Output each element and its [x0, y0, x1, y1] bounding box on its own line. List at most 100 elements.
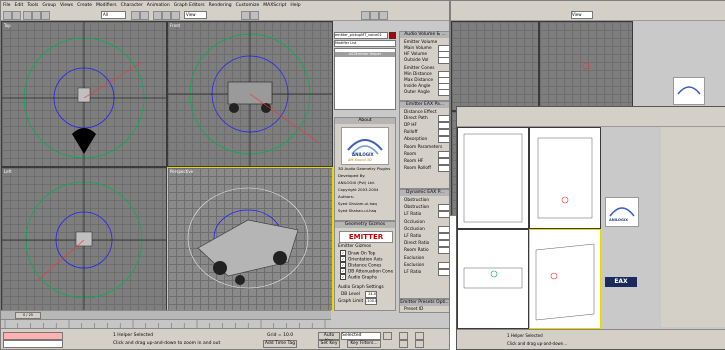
auto-key-button[interactable]: Auto Key [318, 332, 340, 344]
undo-button[interactable] [3, 11, 12, 20]
second-view-dropdown[interactable]: View [571, 11, 593, 19]
reference-coordinate-dropdown[interactable]: View [184, 11, 207, 19]
key-mode-dropdown[interactable]: Selected [341, 332, 381, 340]
maxscript-listener-mini[interactable] [3, 332, 63, 340]
modifier-stack[interactable]: AS3Emitter Helper [334, 48, 396, 110]
menu-item-tools[interactable]: Tools [27, 3, 38, 8]
product-text: AM-Sound 3D [348, 158, 372, 162]
direct-path-spinner[interactable] [438, 115, 449, 122]
menu-item-help[interactable]: Help [290, 3, 300, 8]
scale-button[interactable] [171, 11, 180, 20]
third-viewport-perspective[interactable] [529, 229, 601, 329]
maxscript-listener-mini-2[interactable] [3, 340, 63, 348]
selection-filter-dropdown[interactable]: All [101, 11, 126, 19]
viewport-perspective[interactable]: Perspective [167, 167, 333, 311]
viewport-left[interactable]: Left [1, 167, 167, 311]
eax-parameters-rollout: Emitter EAX Pa... Distance Effect Direct… [399, 101, 449, 189]
db-level-spinner[interactable]: 24.0 [365, 291, 377, 298]
menu-item-views[interactable]: Views [60, 3, 73, 8]
render-scene-button[interactable] [370, 11, 379, 20]
third-logo: ANILOGIX [605, 197, 639, 227]
modifier-list-dropdown[interactable]: Modifier List [334, 40, 396, 47]
geometry-gizmos-rollout: Geometry Gizmos EMITTER Emitter Gizmos ✓… [334, 221, 396, 311]
rolloff-spinner[interactable] [438, 129, 449, 136]
link-button[interactable] [23, 11, 32, 20]
move-button[interactable] [153, 11, 162, 20]
room-ratio-spinner[interactable] [438, 247, 449, 254]
obstruction-spinner[interactable] [438, 204, 449, 211]
go-to-start-button[interactable] [383, 332, 392, 340]
gizmo-option[interactable]: ✓ Audio Graphs [340, 274, 377, 281]
menu-item-character[interactable]: Character [121, 3, 143, 8]
occlusion-lf-ratio-spinner[interactable] [438, 233, 449, 240]
object-name-field[interactable]: emitter_pickupMT_voice01 [334, 32, 388, 39]
select-button[interactable] [131, 11, 140, 20]
room-rolloff-spinner[interactable] [438, 165, 449, 172]
dynamic-eax-title[interactable]: Dynamic EAX P... [400, 190, 449, 196]
about-rollout-title[interactable]: About [335, 118, 395, 124]
menu-item-file[interactable]: File [3, 3, 11, 8]
align-button[interactable] [250, 11, 259, 20]
menu-item-graph-editors[interactable]: Graph Editors [174, 3, 205, 8]
menu-item-animation[interactable]: Animation [147, 3, 170, 8]
track-bar[interactable] [1, 319, 331, 328]
outside-vol-spinner[interactable] [438, 57, 449, 64]
outer-angle-spinner[interactable] [438, 89, 449, 96]
menu-item-group[interactable]: Group [42, 3, 56, 8]
gizmos-rollout-title[interactable]: Geometry Gizmos [335, 222, 395, 228]
play-button[interactable] [399, 332, 408, 340]
go-to-end-button[interactable] [415, 332, 424, 340]
room-spinner[interactable] [438, 151, 449, 158]
menu-item-maxscript[interactable]: MAXScript [263, 3, 286, 8]
dp-hf-label: DP HF [404, 123, 417, 128]
mirror-button[interactable] [241, 11, 250, 20]
direct-ratio-spinner[interactable] [438, 240, 449, 247]
viewport-top[interactable]: Top [1, 21, 167, 167]
dp-hf-spinner[interactable] [438, 122, 449, 129]
viewport-front[interactable]: Front [167, 21, 333, 167]
pan-button[interactable] [415, 340, 424, 348]
audio-volume-title[interactable]: Audio Volume & ... [400, 32, 449, 38]
second-viewport-front[interactable] [539, 21, 633, 111]
time-slider-thumb[interactable]: 0 / 25 [15, 312, 41, 319]
emitter-gizmo-drawing [2, 168, 166, 310]
second-viewport-top[interactable] [451, 21, 539, 111]
eax-parameters-title[interactable]: Emitter EAX Pa... [400, 102, 449, 108]
menu-item-customize[interactable]: Customize [236, 3, 260, 8]
menu-item-edit[interactable]: Edit [15, 3, 24, 8]
menu-item-modifiers[interactable]: Modifiers [96, 3, 117, 8]
emitter-presets-title[interactable]: Emitter Presets Opti... [400, 300, 449, 306]
absorption-spinner[interactable] [438, 136, 449, 143]
time-slider-bar[interactable]: 0 / 25 [1, 310, 331, 319]
object-color-swatch[interactable] [389, 32, 396, 39]
add-time-tag-button[interactable]: Add Time Tag [263, 340, 297, 348]
exclusion-spinner[interactable] [438, 262, 449, 269]
checkbox-icon[interactable]: ✓ [340, 274, 346, 280]
room-hf-spinner[interactable] [438, 158, 449, 165]
redo-button[interactable] [12, 11, 21, 20]
exclusion-lf-ratio-label: LF Ratio [404, 270, 422, 275]
third-max-window: ANILOGIX EAX 1 Helper Selected Click and… [456, 106, 725, 350]
select-by-name-button[interactable] [140, 11, 149, 20]
bind-button[interactable] [41, 11, 50, 20]
exclusion-lf-ratio-spinner[interactable] [438, 269, 449, 276]
modifier-stack-item[interactable]: AS3Emitter Helper [335, 52, 395, 57]
rotate-button[interactable] [162, 11, 171, 20]
third-viewport-front[interactable] [529, 127, 601, 229]
room-rolloff-label: Room Rolloff [404, 166, 432, 171]
third-viewport-top[interactable] [457, 127, 529, 229]
unlink-button[interactable] [32, 11, 41, 20]
audio-graph-settings-label: Audio Graph Settings [338, 285, 384, 290]
material-editor-button[interactable] [361, 11, 370, 20]
set-key-button[interactable]: Set Key [318, 340, 340, 348]
max-distance-label: Max Distance [404, 78, 434, 83]
third-viewport-left[interactable] [457, 229, 529, 329]
zoom-button[interactable] [399, 340, 408, 348]
obstruction-lf-ratio-spinner[interactable] [438, 211, 449, 218]
quick-render-button[interactable] [379, 11, 388, 20]
graph-limit-spinner[interactable]: -100.0 [365, 298, 377, 305]
occlusion-spinner[interactable] [438, 226, 449, 233]
menu-item-rendering[interactable]: Rendering [209, 3, 232, 8]
key-filters-button[interactable]: Key Filters... [347, 340, 381, 348]
menu-item-create[interactable]: Create [77, 3, 92, 8]
